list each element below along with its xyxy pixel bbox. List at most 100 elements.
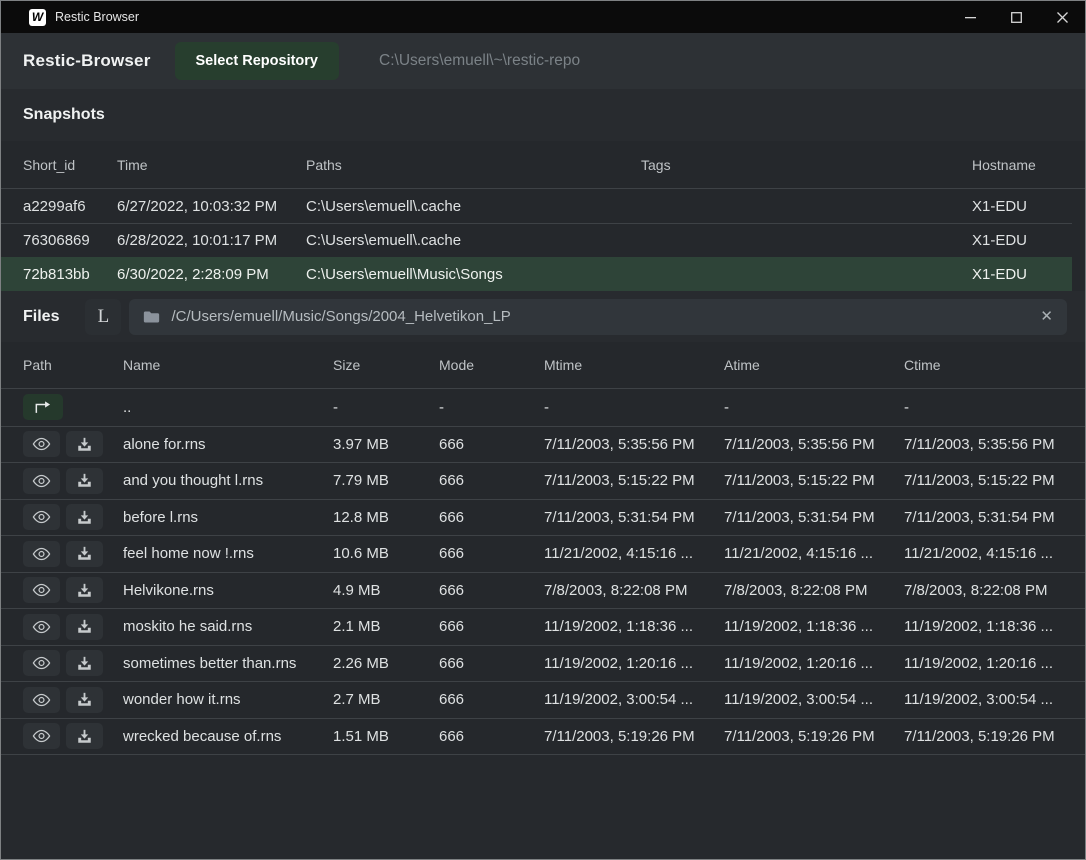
snapshot-row[interactable]: a2299af6 6/27/2022, 10:03:32 PM C:\Users…: [1, 189, 1072, 223]
file-mode: 666: [439, 691, 544, 708]
download-button[interactable]: [66, 650, 103, 676]
file-atime: 7/8/2003, 8:22:08 PM: [724, 582, 904, 599]
col-path: Path: [23, 357, 123, 373]
snapshot-short-id: 76306869: [23, 232, 117, 249]
file-mtime: -: [544, 399, 724, 416]
download-button[interactable]: [66, 431, 103, 457]
eye-icon: [32, 693, 51, 707]
file-ctime: 11/19/2002, 1:20:16 ...: [904, 655, 1085, 672]
file-mode: -: [439, 399, 544, 416]
file-ctime: 7/11/2003, 5:15:22 PM: [904, 472, 1085, 489]
snapshots-table-header: Short_id Time Paths Tags Hostname: [1, 141, 1085, 189]
titlebar: W Restic Browser: [1, 1, 1085, 33]
col-tags: Tags: [641, 157, 972, 173]
file-atime: 7/11/2003, 5:15:22 PM: [724, 472, 904, 489]
col-ctime: Ctime: [904, 357, 1085, 373]
file-mode: 666: [439, 582, 544, 599]
download-icon: [77, 656, 92, 671]
file-mode: 666: [439, 655, 544, 672]
file-ctime: 11/19/2002, 1:18:36 ...: [904, 618, 1085, 635]
file-name: wrecked because of.rns: [123, 728, 333, 745]
preview-button[interactable]: [23, 541, 60, 567]
file-row: alone for.rns 3.97 MB 666 7/11/2003, 5:3…: [1, 426, 1085, 463]
file-mtime: 7/11/2003, 5:35:56 PM: [544, 436, 724, 453]
col-short-id: Short_id: [23, 157, 117, 173]
eye-icon: [32, 583, 51, 597]
col-atime: Atime: [724, 357, 904, 373]
eye-icon: [32, 510, 51, 524]
snapshot-hostname: X1-EDU: [972, 266, 1072, 283]
preview-button[interactable]: [23, 687, 60, 713]
snapshot-short-id: a2299af6: [23, 198, 117, 215]
file-ctime: 11/19/2002, 3:00:54 ...: [904, 691, 1085, 708]
download-button[interactable]: [66, 504, 103, 530]
file-name: feel home now !.rns: [123, 545, 333, 562]
preview-button[interactable]: [23, 723, 60, 749]
file-atime: -: [724, 399, 904, 416]
file-row: sometimes better than.rns 2.26 MB 666 11…: [1, 645, 1085, 682]
download-button[interactable]: [66, 687, 103, 713]
snapshot-row[interactable]: 76306869 6/28/2022, 10:01:17 PM C:\Users…: [1, 223, 1072, 257]
file-mode: 666: [439, 728, 544, 745]
download-icon: [77, 437, 92, 452]
file-row: moskito he said.rns 2.1 MB 666 11/19/200…: [1, 608, 1085, 645]
preview-button[interactable]: [23, 614, 60, 640]
download-icon: [77, 619, 92, 634]
download-button[interactable]: [66, 541, 103, 567]
file-mode: 666: [439, 618, 544, 635]
file-atime: 11/21/2002, 4:15:16 ...: [724, 545, 904, 562]
download-icon: [77, 583, 92, 598]
file-mtime: 11/19/2002, 3:00:54 ...: [544, 691, 724, 708]
maximize-button[interactable]: [993, 1, 1039, 33]
files-path-input[interactable]: /C/Users/emuell/Music/Songs/2004_Helveti…: [129, 299, 1067, 335]
file-mtime: 7/8/2003, 8:22:08 PM: [544, 582, 724, 599]
preview-button[interactable]: [23, 577, 60, 603]
download-button[interactable]: [66, 468, 103, 494]
file-atime: 7/11/2003, 5:31:54 PM: [724, 509, 904, 526]
download-button[interactable]: [66, 577, 103, 603]
close-button[interactable]: [1039, 1, 1085, 33]
clear-path-icon[interactable]: ✕: [1040, 309, 1053, 324]
preview-button[interactable]: [23, 431, 60, 457]
eye-icon: [32, 656, 51, 670]
preview-button[interactable]: [23, 468, 60, 494]
download-button[interactable]: [66, 614, 103, 640]
minimize-button[interactable]: [947, 1, 993, 33]
col-mtime: Mtime: [544, 357, 724, 373]
select-repository-button[interactable]: Select Repository: [175, 42, 340, 80]
snapshot-time: 6/27/2022, 10:03:32 PM: [117, 198, 306, 215]
download-icon: [77, 510, 92, 525]
file-row: wonder how it.rns 2.7 MB 666 11/19/2002,…: [1, 681, 1085, 718]
file-mtime: 7/11/2003, 5:31:54 PM: [544, 509, 724, 526]
file-mtime: 11/19/2002, 1:18:36 ...: [544, 618, 724, 635]
maximize-icon: [1011, 12, 1022, 23]
file-mode: 666: [439, 472, 544, 489]
file-size: 7.79 MB: [333, 472, 439, 489]
col-name: Name: [123, 357, 333, 373]
eye-icon: [32, 474, 51, 488]
file-ctime: -: [904, 399, 1085, 416]
preview-button[interactable]: [23, 650, 60, 676]
close-icon: [1057, 12, 1068, 23]
file-mode: 666: [439, 509, 544, 526]
app-title: Restic-Browser: [23, 51, 151, 71]
snapshot-row[interactable]: 72b813bb 6/30/2022, 2:28:09 PM C:\Users\…: [1, 257, 1072, 291]
download-button[interactable]: [66, 723, 103, 749]
eye-icon: [32, 437, 51, 451]
file-name: alone for.rns: [123, 436, 333, 453]
snapshot-paths: C:\Users\emuell\.cache: [306, 232, 641, 249]
file-name: before l.rns: [123, 509, 333, 526]
repository-path: C:\Users\emuell\~\restic-repo: [379, 52, 580, 70]
file-atime: 7/11/2003, 5:19:26 PM: [724, 728, 904, 745]
file-size: 2.26 MB: [333, 655, 439, 672]
path-format-toggle-button[interactable]: L: [85, 299, 121, 335]
col-paths: Paths: [306, 157, 641, 173]
file-size: 1.51 MB: [333, 728, 439, 745]
preview-button[interactable]: [23, 504, 60, 530]
file-ctime: 11/21/2002, 4:15:16 ...: [904, 545, 1085, 562]
download-icon: [77, 473, 92, 488]
eye-icon: [32, 620, 51, 634]
snapshot-time: 6/28/2022, 10:01:17 PM: [117, 232, 306, 249]
go-up-button[interactable]: [23, 394, 63, 420]
snapshots-section-header: Snapshots: [1, 89, 1085, 141]
